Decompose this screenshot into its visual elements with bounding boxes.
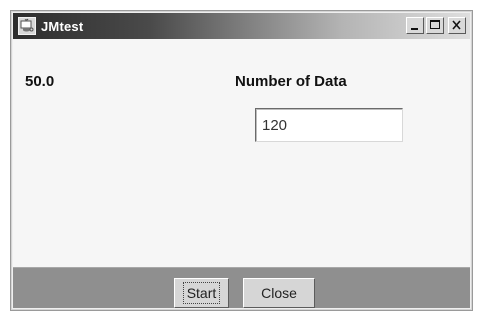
- number-of-data-label: Number of Data: [235, 73, 347, 90]
- jmtest-window: JMtest 50.0 Number of Data 120 Start Clo…: [10, 10, 473, 311]
- minimize-icon[interactable]: [406, 17, 424, 34]
- window-controls: [406, 17, 466, 34]
- close-button-label: Close: [261, 285, 297, 301]
- maximize-icon[interactable]: [426, 17, 444, 34]
- number-of-data-input[interactable]: [255, 108, 403, 142]
- close-icon[interactable]: [448, 17, 466, 34]
- window-title: JMtest: [41, 18, 84, 34]
- content-panel: 50.0 Number of Data: [13, 39, 470, 267]
- start-button[interactable]: Start: [174, 278, 229, 308]
- button-bar: Start Close: [13, 267, 470, 308]
- result-value-label: 50.0: [25, 73, 55, 90]
- close-button[interactable]: Close: [243, 278, 315, 308]
- window-titlebar[interactable]: JMtest: [13, 13, 470, 39]
- start-button-label: Start: [182, 282, 221, 304]
- java-app-icon[interactable]: [18, 17, 36, 35]
